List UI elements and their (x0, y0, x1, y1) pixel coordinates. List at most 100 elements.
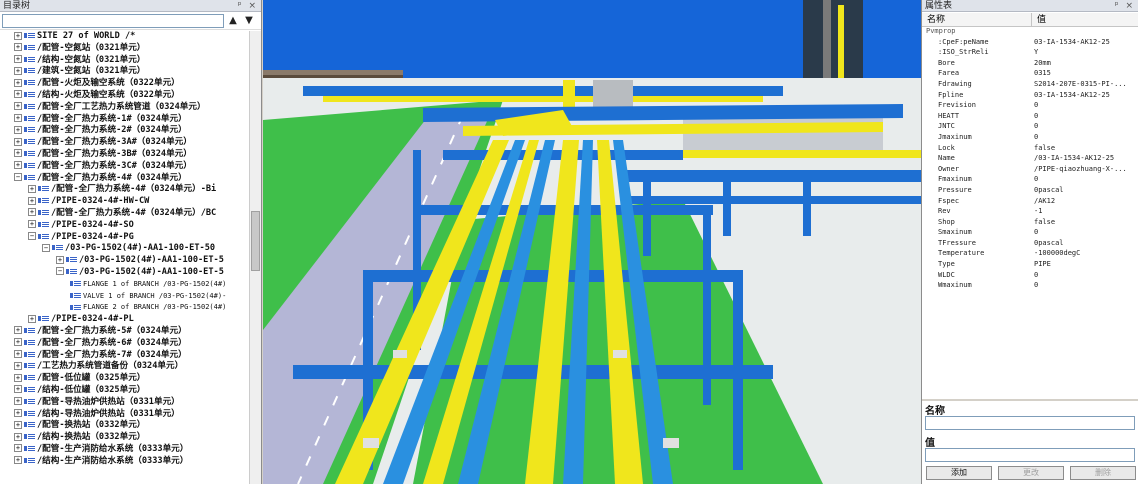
col-name-header[interactable]: 名称 (922, 13, 1032, 26)
tree-node[interactable]: + /工艺热力系统管道备份（0324单元） (0, 361, 250, 373)
props-panel-controls[interactable]: ᵖ × (1115, 0, 1135, 12)
tree-node[interactable]: + /配管-全厂热力系统-5#（0324单元） (0, 326, 250, 338)
props-row[interactable]: HEATT 0 (922, 112, 1138, 123)
props-row[interactable]: WLDC 0 (922, 271, 1138, 282)
props-row[interactable]: Farea 0315 (922, 69, 1138, 80)
tree-node[interactable]: + /PIPE-0324-4#-SO (0, 220, 250, 232)
props-row[interactable]: TFressure 0pascal (922, 239, 1138, 250)
tree-node[interactable]: + /配管-全厂热力系统-2#（0324单元） (0, 125, 250, 137)
tree-node[interactable]: + /结构-空氮站（0321单元） (0, 55, 250, 67)
expand-icon[interactable]: + (28, 184, 36, 193)
expand-icon[interactable]: + (14, 373, 22, 382)
tree-node[interactable]: − /03-PG-1502(4#)-AA1-100-ET-5 (0, 267, 250, 279)
delete-button[interactable]: 删除 (1070, 466, 1136, 480)
expand-icon[interactable]: + (14, 31, 22, 40)
props-row[interactable]: Fpline 03-IA-1534-AK12-25 (922, 91, 1138, 102)
tree-node[interactable]: + /配管-低位罐（0325单元） (0, 373, 250, 385)
props-row[interactable]: Lock false (922, 144, 1138, 155)
expand-icon[interactable]: + (14, 350, 22, 359)
expand-icon[interactable]: + (28, 196, 36, 205)
splitter[interactable] (922, 399, 1138, 401)
collapse-icon[interactable]: − (56, 267, 64, 276)
expand-icon[interactable]: + (14, 43, 22, 52)
props-grid[interactable]: Pvmprop:CpeF:peName 03-IA-1534-AK12-25:IS… (922, 27, 1138, 292)
props-row[interactable]: Fspec/AK12 (922, 197, 1138, 208)
expand-icon[interactable]: + (28, 314, 36, 323)
tree-node[interactable]: − /03-PG-1502(4#)-AA1-100-ET-50 (0, 243, 250, 255)
tree-scrollbar-thumb[interactable] (251, 211, 260, 271)
tree-node[interactable]: − /PIPE-0324-4#-PG (0, 232, 250, 244)
col-value-header[interactable]: 值 (1032, 13, 1046, 26)
props-row[interactable]: Fmaxinum 0 (922, 175, 1138, 186)
tree-node[interactable]: + /配管-全厂工艺热力系统管道（0324单元） (0, 102, 250, 114)
tree-node[interactable]: + /配管-全厂热力系统-4#（0324单元）/BC (0, 208, 250, 220)
tree-node[interactable]: + /结构-生产消防给水系统（0333单元） (0, 456, 250, 468)
value-field[interactable] (925, 448, 1135, 462)
expand-icon[interactable]: + (14, 432, 22, 441)
expand-icon[interactable]: + (14, 78, 22, 87)
expand-icon[interactable]: + (14, 149, 22, 158)
collapse-icon[interactable]: − (14, 173, 22, 182)
props-row[interactable]: Fdrawing S2014-207E-0315-PI-... (922, 80, 1138, 91)
props-row[interactable]: Frevision 0 (922, 101, 1138, 112)
expand-icon[interactable]: + (14, 114, 22, 123)
tree-node[interactable]: VALVE 1 of BRANCH /03-PG-1502(4#)- (0, 291, 250, 303)
tree-node[interactable]: + /结构-火炬及输空系统（0322单元） (0, 90, 250, 102)
search-up-icon[interactable]: ▲ (226, 14, 240, 28)
props-group-row[interactable]: Pvmprop (922, 27, 1138, 38)
props-row[interactable]: Name/03-IA-1534-AK12-25 (922, 154, 1138, 165)
expand-icon[interactable]: + (14, 444, 22, 453)
props-row[interactable]: Jmaxinum 0 (922, 133, 1138, 144)
props-row[interactable]: Smaxinum 0 (922, 228, 1138, 239)
tree-scrollbar[interactable] (249, 31, 261, 484)
expand-icon[interactable]: + (14, 55, 22, 64)
props-row[interactable]: Temperature -100000degC (922, 249, 1138, 260)
expand-icon[interactable]: + (14, 90, 22, 99)
props-row[interactable]: :ISO_StrReli Y (922, 48, 1138, 59)
props-row[interactable]: Rev -1 (922, 207, 1138, 218)
tree-node[interactable]: + /配管-换热站（0332单元） (0, 420, 250, 432)
props-row[interactable]: :CpeF:peName 03-IA-1534-AK12-25 (922, 38, 1138, 49)
expand-icon[interactable]: + (28, 208, 36, 217)
tree-node[interactable]: + /结构-低位罐（0325单元） (0, 385, 250, 397)
tree-search-input[interactable] (2, 13, 224, 28)
tree-node[interactable]: − /配管-全厂热力系统-4#（0324单元） (0, 173, 250, 185)
tree-node[interactable]: + /配管-空氮站（0321单元） (0, 43, 250, 55)
tree-node[interactable]: + /配管-全厂热力系统-4#（0324单元）-Bi (0, 184, 250, 196)
tree-node[interactable]: + /配管-火炬及输空系统（0322单元） (0, 78, 250, 90)
expand-icon[interactable]: + (28, 220, 36, 229)
tree-node[interactable]: FLANGE 2 of BRANCH /03-PG-1502(4#) (0, 302, 250, 314)
tree-node[interactable]: + /03-PG-1502(4#)-AA1-100-ET-5 (0, 255, 250, 267)
modify-button[interactable]: 更改 (998, 466, 1064, 480)
tree-node[interactable]: FLANGE 1 of BRANCH /03-PG-1502(4#) (0, 279, 250, 291)
expand-icon[interactable]: + (14, 161, 22, 170)
tree-node[interactable]: + /配管-全厂热力系统-3B#（0324单元） (0, 149, 250, 161)
props-row[interactable]: Pressure 0pascal (922, 186, 1138, 197)
expand-icon[interactable]: + (14, 137, 22, 146)
tree-node[interactable]: + /结构-导热油炉供热站（0331单元） (0, 409, 250, 421)
tree-node[interactable]: + /配管-全厂热力系统-3A#（0324单元） (0, 137, 250, 149)
tree-node[interactable]: + /PIPE-0324-4#-PL (0, 314, 250, 326)
expand-icon[interactable]: + (56, 255, 64, 264)
expand-icon[interactable]: + (14, 102, 22, 111)
collapse-icon[interactable]: − (28, 232, 36, 241)
tree-node[interactable]: + /配管-导热油炉供热站（0331单元） (0, 397, 250, 409)
props-row[interactable]: Shop false (922, 218, 1138, 229)
tree-node[interactable]: + /配管-全厂热力系统-3C#（0324单元） (0, 161, 250, 173)
expand-icon[interactable]: + (14, 326, 22, 335)
expand-icon[interactable]: + (14, 420, 22, 429)
name-field[interactable] (925, 416, 1135, 430)
tree-node[interactable]: + /PIPE-0324-4#-HW-CW (0, 196, 250, 208)
tree-panel-controls[interactable]: ᵖ × (238, 0, 258, 12)
props-row[interactable]: Type PIPE (922, 260, 1138, 271)
expand-icon[interactable]: + (14, 409, 22, 417)
props-row[interactable]: Wmaxinum 0 (922, 281, 1138, 292)
expand-icon[interactable]: + (14, 361, 22, 370)
3d-viewport[interactable] (263, 0, 921, 484)
tree-node[interactable]: + /配管-全厂热力系统-7#（0324单元） (0, 350, 250, 362)
search-down-icon[interactable]: ▼ (242, 14, 256, 28)
tree-node[interactable]: + /建筑-空氮站（0321单元） (0, 66, 250, 78)
expand-icon[interactable]: + (14, 338, 22, 347)
expand-icon[interactable]: + (14, 125, 22, 134)
tree-view[interactable]: + SITE 27 of WORLD /* + /配管-空氮站（0321单元） + /结构… (0, 31, 250, 484)
